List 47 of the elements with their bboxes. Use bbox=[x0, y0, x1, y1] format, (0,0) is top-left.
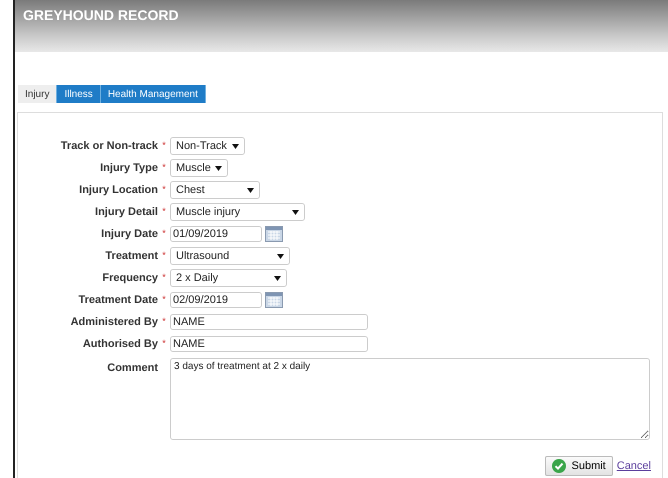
caret-icon bbox=[277, 254, 284, 258]
tab[interactable]: Health Management bbox=[100, 85, 206, 103]
submit-button[interactable]: Submit bbox=[544, 456, 613, 476]
dropdown[interactable]: Muscle bbox=[170, 159, 228, 177]
caret-icon bbox=[232, 144, 239, 148]
field-label: Treatment Date bbox=[78, 294, 158, 306]
check-icon bbox=[552, 459, 566, 473]
text-field[interactable]: NAME bbox=[170, 336, 368, 352]
required-marker: * bbox=[162, 250, 166, 260]
date-field[interactable]: 02/09/2019 bbox=[170, 292, 262, 308]
required-marker: * bbox=[162, 272, 166, 282]
field-label: Injury Detail bbox=[94, 206, 158, 218]
dropdown[interactable]: Ultrasound bbox=[170, 247, 290, 265]
required-marker: * bbox=[162, 316, 166, 326]
field-label: Comment bbox=[106, 361, 158, 374]
text-field[interactable]: NAME bbox=[170, 314, 368, 330]
dropdown[interactable]: 2 x Daily bbox=[170, 269, 287, 287]
caret-icon bbox=[292, 210, 299, 214]
required-marker: * bbox=[162, 184, 166, 194]
required-marker: * bbox=[162, 294, 166, 304]
caret-icon bbox=[247, 188, 254, 192]
required-marker: * bbox=[162, 162, 166, 172]
field-label: Treatment bbox=[104, 250, 158, 262]
calendar-icon[interactable] bbox=[265, 226, 283, 242]
comment-field[interactable]: 3 days of treatment at 2 x daily bbox=[170, 358, 650, 440]
field-label: Injury Date bbox=[100, 228, 158, 240]
page-title: GREYHOUND RECORD bbox=[23, 7, 179, 23]
field-label: Track or Non-track bbox=[60, 140, 158, 152]
required-marker: * bbox=[162, 140, 166, 150]
field-label: Frequency bbox=[101, 272, 158, 284]
date-field[interactable]: 01/09/2019 bbox=[170, 226, 262, 242]
field-label: Injury Type bbox=[99, 162, 158, 174]
required-marker: * bbox=[162, 206, 166, 216]
dropdown[interactable]: Non-Track bbox=[170, 137, 245, 155]
caret-icon bbox=[274, 276, 281, 280]
required-marker: * bbox=[162, 338, 166, 348]
field-label: Injury Location bbox=[78, 184, 158, 196]
field-label: Authorised By bbox=[82, 338, 158, 350]
dropdown[interactable]: Muscle injury bbox=[170, 203, 305, 221]
required-marker: * bbox=[162, 228, 166, 238]
dropdown[interactable]: Chest bbox=[170, 181, 260, 199]
tab[interactable]: Illness bbox=[57, 85, 101, 103]
tab[interactable]: Injury bbox=[18, 85, 58, 103]
field-label: Administered By bbox=[70, 316, 158, 328]
calendar-icon[interactable] bbox=[265, 292, 283, 308]
caret-icon bbox=[215, 166, 222, 170]
cancel-link[interactable]: Cancel bbox=[616, 460, 651, 472]
